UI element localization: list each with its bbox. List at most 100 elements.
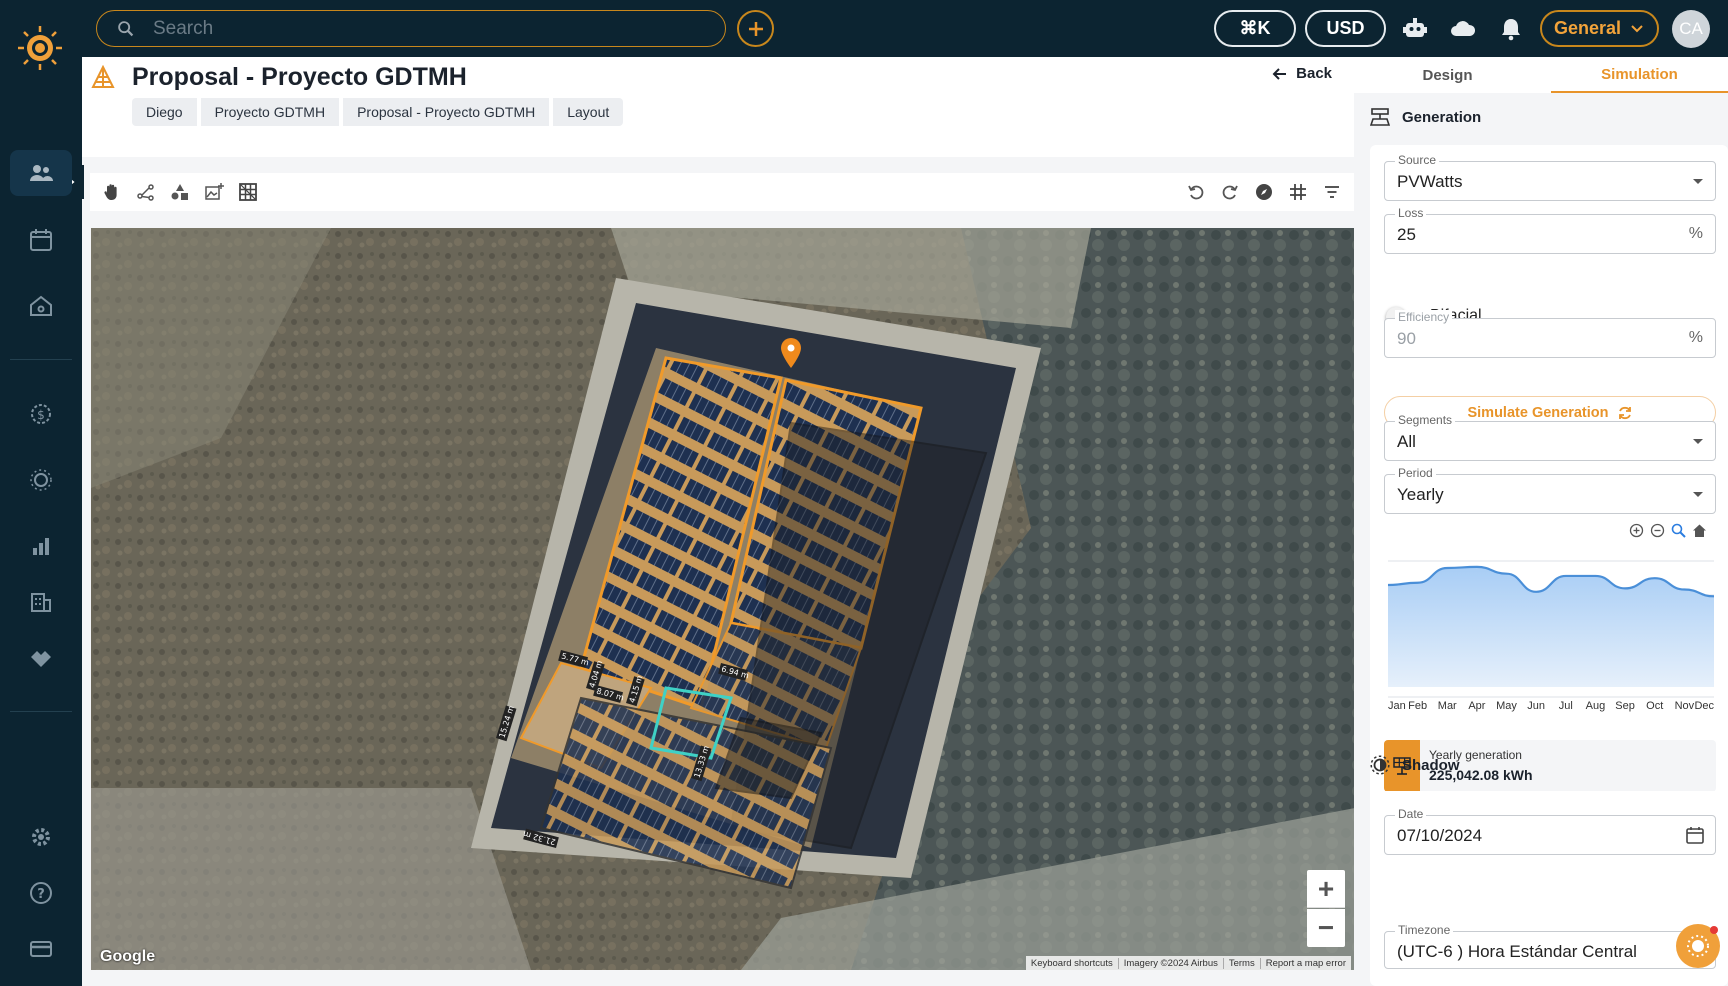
keyboard-shortcuts-link[interactable]: Keyboard shortcuts — [1026, 958, 1118, 969]
date-field[interactable]: Date 07/10/2024 — [1384, 807, 1716, 855]
x-tick-label: Feb — [1408, 700, 1427, 712]
plus-icon — [748, 21, 763, 36]
zoom-in-button[interactable]: + — [1307, 870, 1345, 908]
nav-buildings[interactable] — [10, 579, 72, 625]
user-avatar[interactable]: CA — [1672, 10, 1710, 48]
nav-help[interactable]: ? — [10, 870, 72, 916]
nav-finance[interactable]: $ — [10, 391, 72, 437]
x-tick-label: May — [1496, 700, 1517, 712]
satellite-map[interactable]: 5.77 m 8.07 m 4.04 m 4.15 m 6.94 m 15.24… — [91, 228, 1355, 970]
notification-dot — [1710, 926, 1718, 934]
nav-calendar[interactable] — [10, 217, 72, 263]
map-canvas[interactable]: 5.77 m 8.07 m 4.04 m 4.15 m 6.94 m 15.24… — [91, 228, 1355, 970]
breadcrumb-item[interactable]: Layout — [553, 98, 624, 126]
robot-icon[interactable] — [1401, 15, 1429, 43]
generation-chart: Jan Feb Mar Apr May Jun Jul Aug Sep Oct Nov Dec — [1387, 560, 1714, 712]
nav-clients[interactable] — [10, 150, 72, 196]
sun-logo-icon — [1687, 935, 1709, 957]
search-bar[interactable]: Search — [96, 10, 726, 47]
command-palette-button[interactable]: ⌘K — [1214, 10, 1296, 47]
grid-snap-icon[interactable] — [1288, 182, 1308, 202]
generation-heading: Generation — [1370, 107, 1481, 127]
bell-icon[interactable] — [1497, 15, 1525, 43]
compass-icon[interactable] — [1254, 182, 1274, 202]
zoom-out-button[interactable]: − — [1307, 909, 1345, 947]
calendar-icon[interactable] — [1685, 825, 1705, 845]
google-watermark: Google — [100, 948, 156, 965]
loss-field[interactable]: Loss 25 % — [1384, 206, 1716, 254]
period-select[interactable]: Period Yearly — [1384, 466, 1716, 514]
cloud-icon[interactable] — [1449, 15, 1477, 43]
back-label: Back — [1296, 65, 1332, 82]
dollar-gear-icon: $ — [31, 404, 51, 424]
draw-polyline-icon[interactable] — [136, 182, 156, 202]
hand-pan-icon[interactable] — [102, 182, 122, 202]
svg-text:?: ? — [37, 887, 45, 902]
shadow-title: Shadow — [1402, 756, 1460, 774]
magnifier-icon[interactable] — [1671, 523, 1686, 538]
redo-icon[interactable] — [1220, 182, 1240, 202]
generation-title: Generation — [1402, 108, 1482, 126]
nav-settings[interactable] — [10, 814, 72, 860]
breadcrumb-item[interactable]: Proyecto GDTMH — [200, 98, 340, 126]
nav-divider — [10, 359, 72, 360]
currency-button[interactable]: USD — [1305, 10, 1386, 47]
x-tick-label: Aug — [1586, 700, 1606, 712]
terms-link[interactable]: Terms — [1222, 957, 1260, 969]
shadow-heading: Shadow — [1370, 755, 1460, 775]
report-error-link[interactable]: Report a map error — [1259, 957, 1351, 969]
x-tick-label: Dec — [1694, 700, 1714, 712]
panel-grid-icon[interactable] — [238, 182, 258, 202]
nav-reports[interactable] — [10, 523, 72, 569]
undo-icon[interactable] — [1186, 182, 1206, 202]
back-button[interactable]: Back — [1272, 65, 1332, 82]
workspace-label: General — [1554, 18, 1622, 38]
tab-simulation[interactable]: Simulation — [1551, 57, 1728, 93]
right-panel: Design Simulation Generation Source PVWa… — [1354, 57, 1728, 986]
efficiency-value: 90 — [1397, 329, 1416, 348]
breadcrumb-item[interactable]: Proposal - Proyecto GDTMH — [343, 98, 550, 126]
source-value: PVWatts — [1397, 172, 1463, 191]
add-button[interactable] — [737, 10, 774, 47]
source-select[interactable]: Source PVWatts — [1384, 153, 1716, 201]
panel-tabs: Design Simulation — [1354, 57, 1728, 93]
app-logo-icon[interactable] — [14, 22, 66, 74]
breadcrumb-item[interactable]: Diego — [132, 98, 197, 126]
sun-icon — [30, 469, 52, 491]
efficiency-field: Efficiency 90 % — [1384, 310, 1716, 358]
x-tick-label: Sep — [1615, 700, 1635, 712]
nav-partners[interactable] — [10, 635, 72, 681]
chart-toolbar — [1629, 523, 1707, 538]
map-attribution: Keyboard shortcuts Imagery ©2024 Airbus … — [1025, 956, 1351, 970]
x-tick-label: Nov — [1675, 700, 1695, 712]
x-tick-label: Jan — [1388, 700, 1406, 712]
timezone-select[interactable]: Timezone (UTC-6 ) Hora Estándar Central — [1384, 923, 1716, 969]
loss-label: Loss — [1395, 206, 1427, 220]
shapes-icon[interactable] — [170, 182, 190, 202]
add-image-icon[interactable] — [204, 182, 224, 202]
x-tick-label: Oct — [1646, 700, 1663, 712]
nav-home[interactable] — [10, 283, 72, 329]
chevron-down-icon — [1631, 25, 1643, 33]
reset-home-icon[interactable] — [1692, 523, 1707, 538]
loss-suffix: % — [1688, 225, 1703, 242]
users-icon — [30, 165, 53, 181]
side-navigation: $ ? — [0, 26, 84, 986]
zoom-out-icon[interactable] — [1650, 523, 1665, 538]
date-label: Date — [1395, 807, 1427, 821]
assistant-fab[interactable] — [1676, 924, 1720, 968]
workspace-dropdown[interactable]: General — [1540, 10, 1659, 47]
search-placeholder: Search — [153, 17, 214, 39]
x-tick-label: Mar — [1438, 700, 1457, 712]
segments-value: All — [1397, 432, 1416, 451]
segments-select[interactable]: Segments All — [1384, 413, 1716, 461]
help-icon: ? — [30, 882, 52, 904]
nav-billing[interactable] — [10, 926, 72, 972]
timezone-value: (UTC-6 ) Hora Estándar Central — [1397, 942, 1637, 961]
x-tick-label: Jun — [1527, 700, 1545, 712]
nav-solar[interactable] — [10, 457, 72, 503]
zoom-in-icon[interactable] — [1629, 523, 1644, 538]
gear-icon — [32, 828, 50, 846]
tab-design[interactable]: Design — [1354, 57, 1541, 93]
filter-icon[interactable] — [1322, 182, 1342, 202]
